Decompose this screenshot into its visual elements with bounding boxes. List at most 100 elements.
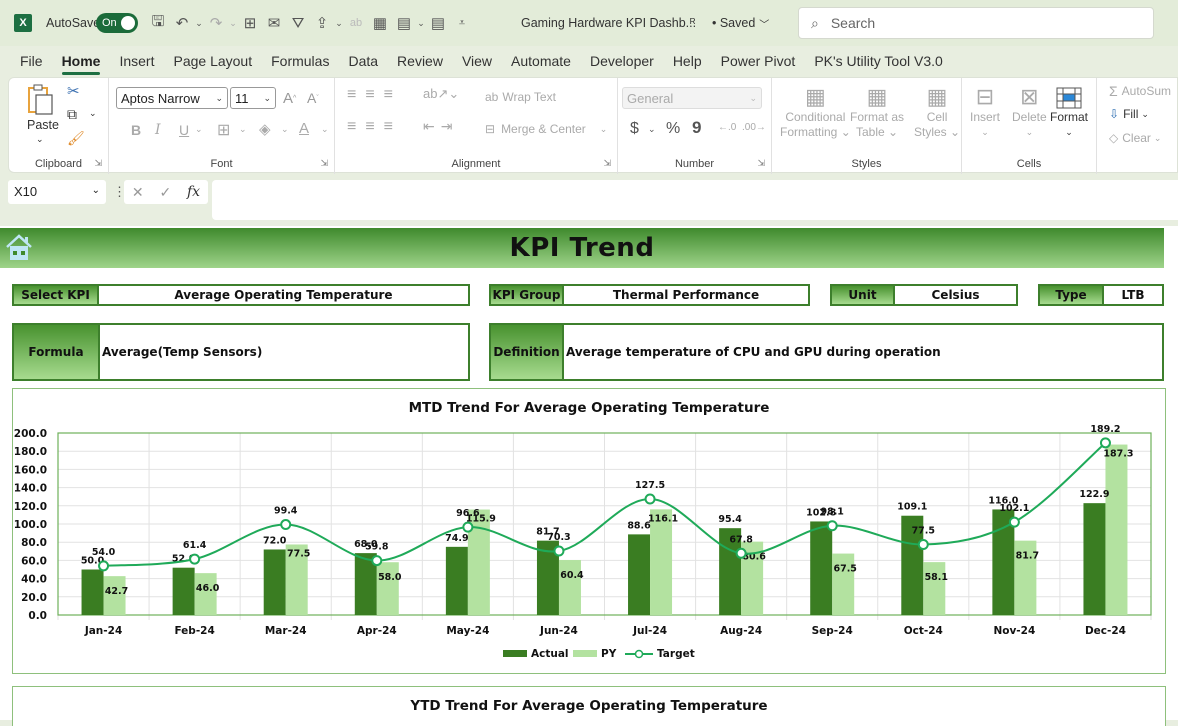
percent-button[interactable]: % xyxy=(666,120,680,138)
tab-page-layout[interactable]: Page Layout xyxy=(173,49,252,73)
calculator-icon[interactable]: ▤ xyxy=(392,14,416,32)
document-title[interactable]: Gaming Hardware KPI Dashb... xyxy=(521,0,696,46)
x-tick-label: May-24 xyxy=(446,625,489,637)
tab-review[interactable]: Review xyxy=(397,49,443,73)
unit-value: Celsius xyxy=(895,286,1016,304)
paste-button[interactable] xyxy=(25,84,55,118)
borders-dropdown-icon[interactable]: ⌄ xyxy=(239,124,247,135)
increase-font-icon[interactable]: A ^ xyxy=(283,90,296,107)
calc-dropdown-icon[interactable]: ⌄ xyxy=(416,18,426,29)
home-icon[interactable] xyxy=(4,233,34,263)
calculator2-icon[interactable]: ▤ xyxy=(426,14,450,32)
copy-icon[interactable]: ⧉ xyxy=(67,106,77,123)
dialog-launcher-icon[interactable]: ⇲ xyxy=(757,158,765,169)
share-dropdown-icon[interactable]: ⌄ xyxy=(334,18,344,29)
search-box[interactable]: ⌕ Search xyxy=(798,7,1154,39)
share-icon[interactable]: ⇪ xyxy=(310,14,334,32)
dialog-launcher-icon[interactable]: ⇲ xyxy=(320,158,328,169)
fill-dropdown-icon[interactable]: ⌄ xyxy=(281,124,289,135)
enter-icon[interactable]: ✓ xyxy=(159,184,171,201)
redo-dropdown-icon[interactable]: ⌄ xyxy=(228,18,238,29)
form-icon[interactable]: ▦ xyxy=(368,14,392,32)
filter-icon[interactable]: ⛛ xyxy=(286,15,310,32)
format-as-table-button[interactable]: ▦ Format as Table ⌄ xyxy=(850,84,904,140)
tab-help[interactable]: Help xyxy=(673,49,702,73)
coauthor-icon[interactable]: ᴿ xyxy=(690,0,695,46)
currency-dropdown-icon[interactable]: ⌄ xyxy=(648,124,656,135)
tab-developer[interactable]: Developer xyxy=(590,49,654,73)
tab-automate[interactable]: Automate xyxy=(511,49,571,73)
cell-styles-button[interactable]: ▦ Cell Styles ⌄ xyxy=(914,84,960,140)
vertical-align-icons[interactable]: ≡≡≡ xyxy=(347,86,402,104)
tab-file[interactable]: File xyxy=(20,49,43,73)
select-kpi-dropdown[interactable]: Average Operating Temperature xyxy=(99,286,468,304)
fill-button[interactable]: ⇩ Fill ⌄ xyxy=(1109,107,1149,121)
target-marker xyxy=(1099,437,1111,449)
italic-button[interactable]: I xyxy=(155,122,161,138)
formula-input[interactable] xyxy=(212,180,1178,220)
decrease-font-icon[interactable]: Aˇ xyxy=(307,90,319,106)
orientation-icon[interactable]: ab↗⌄ xyxy=(423,86,459,102)
font-color-icon[interactable]: A xyxy=(299,120,309,137)
mtd-chart[interactable]: MTD Trend For Average Operating Temperat… xyxy=(12,388,1166,674)
tab-insert[interactable]: Insert xyxy=(119,49,154,73)
redo-icon[interactable]: ↷ xyxy=(204,14,228,32)
paste-label[interactable]: Paste xyxy=(27,118,59,132)
undo-icon[interactable]: ↶ xyxy=(170,14,194,32)
merge-center-button[interactable]: ⊟ Merge & Center ⌄ xyxy=(485,122,607,136)
insert-function-button[interactable]: fx xyxy=(187,184,200,200)
insert-cells-button[interactable]: ⊟ Insert ⌄ xyxy=(970,84,1000,140)
borders-icon[interactable]: ⊞ xyxy=(238,14,262,32)
dialog-launcher-icon[interactable]: ⇲ xyxy=(603,158,611,169)
currency-button[interactable]: $ xyxy=(630,120,639,138)
font-size-select[interactable]: 11 ⌄ xyxy=(230,87,276,109)
tab-view[interactable]: View xyxy=(462,49,492,73)
wrap-text-button[interactable]: ab Wrap Text xyxy=(485,90,556,104)
indent-icons[interactable]: ⇤⇥ xyxy=(423,118,458,135)
attach-icon[interactable]: ✉ xyxy=(262,14,286,32)
fill-color-icon[interactable]: ◈ xyxy=(259,120,271,138)
horizontal-align-icons[interactable]: ≡≡≡ xyxy=(347,118,402,136)
save-icon[interactable]: 🖫 xyxy=(146,11,170,36)
search-icon: ⌕ xyxy=(811,14,819,31)
underline-button[interactable]: U xyxy=(179,122,189,138)
decrease-decimal-icon[interactable]: .00→ xyxy=(742,122,766,133)
ytd-chart[interactable]: YTD Trend For Average Operating Temperat… xyxy=(12,686,1166,726)
save-status[interactable]: • Saved ﹀ xyxy=(712,0,769,46)
font-name-select[interactable]: Aptos Narrow ⌄ xyxy=(116,87,228,109)
bold-button[interactable]: B xyxy=(131,122,141,138)
name-box[interactable]: X10 ⌄ xyxy=(8,180,106,204)
dialog-launcher-icon[interactable]: ⇲ xyxy=(94,158,102,169)
delete-cells-button[interactable]: ⊠ Delete ⌄ xyxy=(1012,84,1047,140)
conditional-formatting-button[interactable]: ▦ Conditional Formatting ⌄ xyxy=(780,84,851,140)
target-marker xyxy=(280,519,292,531)
comma-button[interactable]: 9 xyxy=(692,118,701,138)
clear-button[interactable]: ◇ Clear ⌄ xyxy=(1109,131,1161,145)
number-format-select[interactable]: General ⌄ xyxy=(622,87,762,109)
x-tick-label: Nov-24 xyxy=(993,625,1035,637)
undo-dropdown-icon[interactable]: ⌄ xyxy=(194,18,204,29)
tab-pk-s-utility-tool-v3-0[interactable]: PK's Utility Tool V3.0 xyxy=(814,49,942,73)
cut-icon[interactable]: ✂ xyxy=(67,82,80,100)
autosum-button[interactable]: Σ AutoSum xyxy=(1109,83,1171,99)
copy-dropdown-icon[interactable]: ⌄ xyxy=(89,108,97,119)
spelling-icon[interactable]: ab xyxy=(344,17,368,29)
underline-dropdown-icon[interactable]: ⌄ xyxy=(195,124,203,135)
data-label-target: 61.4 xyxy=(183,540,207,551)
tab-power-pivot[interactable]: Power Pivot xyxy=(721,49,796,73)
increase-decimal-icon[interactable]: ←.0 xyxy=(718,122,736,133)
paste-dropdown-icon[interactable]: ⌄ xyxy=(36,134,44,145)
font-color-dropdown-icon[interactable]: ⌄ xyxy=(321,124,329,135)
autosave-toggle[interactable]: On xyxy=(96,13,138,33)
data-label-py: 58.0 xyxy=(378,572,402,583)
tab-data[interactable]: Data xyxy=(348,49,378,73)
tab-formulas[interactable]: Formulas xyxy=(271,49,329,73)
tab-home[interactable]: Home xyxy=(61,49,100,75)
format-cells-button[interactable]: Format ⌄ xyxy=(1050,84,1088,140)
format-painter-icon[interactable]: 🖌 xyxy=(67,130,85,147)
data-label-target: 102.1 xyxy=(999,503,1029,514)
target-marker xyxy=(462,521,474,533)
customize-icon[interactable]: ⩡ xyxy=(450,17,474,30)
cancel-icon[interactable]: ✕ xyxy=(132,184,144,201)
borders-icon[interactable]: ⊞ xyxy=(217,120,230,140)
